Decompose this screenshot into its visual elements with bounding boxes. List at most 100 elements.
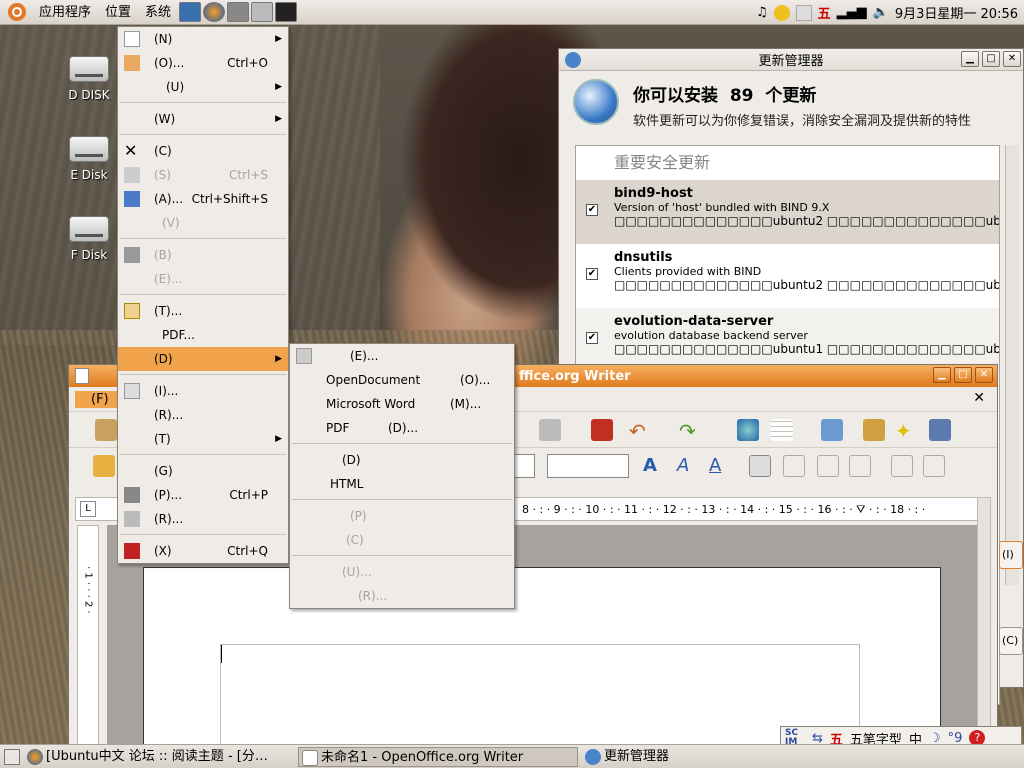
system-monitor-launcher-icon[interactable] (179, 2, 202, 22)
italic-icon[interactable]: A (677, 455, 699, 477)
menu-item-export-b[interactable]: (B) (118, 243, 288, 267)
menu-item-new[interactable]: (N) ▶ (118, 27, 288, 51)
update-list-scrollbar[interactable] (1005, 145, 1019, 585)
package-checkbox[interactable]: ✔ (586, 204, 598, 216)
printer-settings-icon (124, 511, 140, 527)
menu-item-templates[interactable]: (T)... (118, 299, 288, 323)
submenu-item-opendocument[interactable]: OpenDocument (O)... (290, 368, 514, 392)
numbering-icon[interactable] (891, 455, 913, 477)
submenu-item-email[interactable]: (E)... (290, 344, 514, 368)
close-button[interactable]: ✕ (975, 367, 993, 383)
draw-icon[interactable] (821, 419, 843, 441)
maximize-button[interactable]: □ (982, 51, 1000, 67)
menu-item-versions[interactable]: (V) (118, 211, 288, 235)
list-item[interactable]: ✔ evolution-data-server evolution databa… (576, 308, 999, 372)
minimize-button[interactable]: ▁ (933, 367, 951, 383)
navigator-icon[interactable]: ✦ (895, 419, 917, 443)
find-replace-icon[interactable] (863, 419, 885, 441)
submenu-item-p[interactable]: (P) (290, 504, 514, 528)
undo-icon[interactable]: ↶ (629, 419, 651, 443)
menu-item-save[interactable]: (S) Ctrl+S (118, 163, 288, 187)
desktop-icon-f-disk[interactable]: F Disk (54, 216, 124, 262)
desktop-icon-e-disk[interactable]: E Disk (54, 136, 124, 182)
list-item[interactable]: ✔ dnsutils Clients provided with BIND □□… (576, 244, 999, 308)
menu-item-recent[interactable]: (U) ▶ (118, 75, 288, 99)
close-button[interactable]: ✕ (1003, 51, 1021, 67)
submenu-item-msword[interactable]: Microsoft Word (M)... (290, 392, 514, 416)
task-label: [Ubuntu中文 论坛 :: 阅读主题 - [分… (46, 748, 268, 764)
submenu-item-c[interactable]: (C) (290, 528, 514, 552)
places-menu[interactable]: 位置 (98, 0, 138, 25)
network-signal-icon[interactable]: ▂▄▆ (837, 5, 867, 20)
menu-item-printer-settings[interactable]: (R)... (118, 507, 288, 531)
package-versions: □□□□□□□□□□□□□□ubuntu2 □□□□□□□□□□□□□□ubun… (614, 278, 999, 292)
redo-icon[interactable]: ↷ (679, 419, 701, 443)
menu-item-signatures[interactable]: (R)... (118, 403, 288, 427)
submenu-item-u[interactable]: (U)... (290, 560, 514, 584)
menu-item-templates-sub[interactable]: (T) ▶ (118, 427, 288, 451)
submenu-item-r[interactable]: (R)... (290, 584, 514, 608)
check-button[interactable]: (C) (999, 627, 1023, 655)
calculator-launcher-icon[interactable] (227, 2, 250, 22)
applications-menu[interactable]: 应用程序 (32, 0, 98, 25)
ubuntu-logo-icon[interactable] (8, 3, 26, 21)
table-icon[interactable] (771, 419, 793, 441)
show-desktop-icon[interactable] (4, 748, 20, 765)
menu-item-accel: (M)... (450, 397, 482, 411)
bold-icon[interactable]: A (643, 455, 665, 477)
volume-icon[interactable]: 🔈 (873, 5, 889, 20)
menu-item-save-as[interactable]: (A)... Ctrl+Shift+S (118, 187, 288, 211)
desktop-icon-d-disk[interactable]: D DISK (54, 56, 124, 102)
align-center-icon[interactable] (783, 455, 805, 477)
menu-item-label: (C) (154, 144, 172, 158)
package-checkbox[interactable]: ✔ (586, 268, 598, 280)
bullets-icon[interactable] (923, 455, 945, 477)
update-manager-titlebar[interactable]: 更新管理器 ▁ □ ✕ (559, 49, 1023, 71)
paste-icon[interactable] (539, 419, 561, 441)
terminal-launcher-icon[interactable] (275, 2, 298, 22)
submenu-item-outline[interactable]: (D) (290, 448, 514, 472)
install-button[interactable]: (I) (999, 541, 1023, 569)
firefox-icon (27, 748, 43, 765)
font-size-dropdown[interactable] (547, 454, 629, 478)
close-document-icon[interactable]: ✕ (973, 390, 985, 406)
minimize-button[interactable]: ▁ (961, 51, 979, 67)
menu-item-export-e[interactable]: (E)... (118, 267, 288, 291)
menu-item-close[interactable]: ✕ (C) (118, 139, 288, 163)
applet-icon[interactable] (795, 4, 812, 21)
tab-stop-selector[interactable]: L (80, 501, 96, 517)
taskbar-item-writer[interactable]: 未命名1 - OpenOffice.org Writer (298, 746, 578, 767)
taskbar-item-firefox[interactable]: [Ubuntu中文 论坛 :: 阅读主题 - [分… (24, 747, 294, 767)
menu-item-wizards[interactable]: (W) ▶ (118, 107, 288, 131)
submenu-item-pdf[interactable]: PDF (D)... (290, 416, 514, 440)
package-checkbox[interactable]: ✔ (586, 332, 598, 344)
format-paintbrush-icon[interactable] (591, 419, 613, 441)
menu-item-open[interactable]: (O)... Ctrl+O (118, 51, 288, 75)
menu-item-page-preview[interactable]: (G) (118, 459, 288, 483)
notifier-icon[interactable] (773, 4, 790, 21)
hyperlink-icon[interactable] (737, 419, 759, 441)
toolbar-icon[interactable] (95, 419, 117, 441)
menu-item-export-pdf[interactable]: PDF... (118, 323, 288, 347)
taskbar-item-update-manager[interactable]: 更新管理器 (582, 747, 742, 767)
menu-item-send[interactable]: (D) ▶ (118, 347, 288, 371)
justify-icon[interactable] (849, 455, 871, 477)
music-note-icon[interactable]: ♫ (756, 5, 768, 20)
styles-icon[interactable] (93, 455, 115, 477)
category-header: 重要安全更新 (614, 153, 711, 172)
clock[interactable]: 9月3日星期一 20:56 (895, 3, 1018, 22)
system-menu[interactable]: 系统 (138, 0, 178, 25)
underline-icon[interactable]: A (709, 455, 731, 477)
menu-item-properties[interactable]: (I)... (118, 379, 288, 403)
maximize-button[interactable]: □ (954, 367, 972, 383)
align-left-icon[interactable] (749, 455, 771, 477)
submenu-item-html[interactable]: HTML (290, 472, 514, 496)
menu-item-print[interactable]: (P)... Ctrl+P (118, 483, 288, 507)
firefox-launcher-icon[interactable] (203, 2, 226, 22)
align-right-icon[interactable] (817, 455, 839, 477)
menu-item-exit[interactable]: (X) Ctrl+Q (118, 539, 288, 563)
text-editor-launcher-icon[interactable] (251, 2, 274, 22)
gallery-icon[interactable] (929, 419, 951, 441)
ime-status[interactable]: 五 (818, 3, 831, 22)
list-item[interactable]: ✔ bind9-host Version of 'host' bundled w… (576, 180, 999, 244)
